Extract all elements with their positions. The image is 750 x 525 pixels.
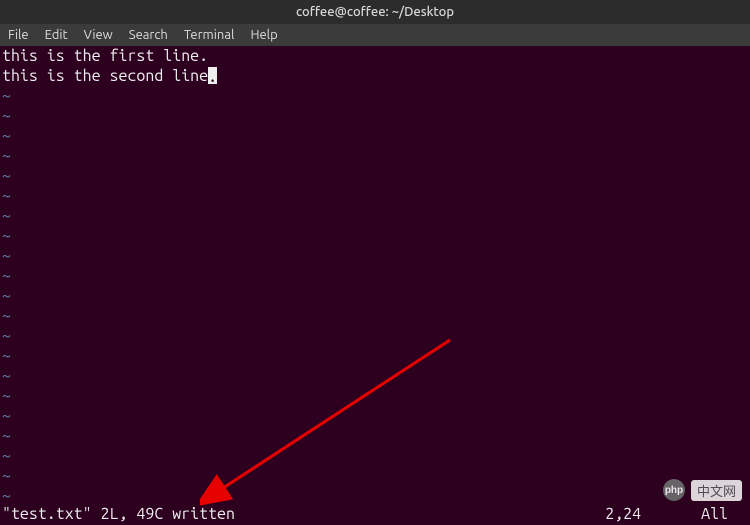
menu-terminal[interactable]: Terminal	[176, 26, 243, 44]
vim-statusbar: "test.txt" 2L, 49C written 2,24 All	[0, 503, 750, 525]
menu-file[interactable]: File	[4, 26, 37, 44]
empty-line-markers: ~~~~~~~~~~~~~~~~~~~~~	[2, 86, 748, 506]
scroll-indicator: All	[701, 503, 728, 525]
watermark-text: 中文网	[691, 480, 742, 501]
window-title: coffee@coffee: ~/Desktop	[296, 5, 454, 19]
editor-area[interactable]: this is the first line. this is the seco…	[0, 46, 750, 503]
menu-view[interactable]: View	[76, 26, 121, 44]
menubar: File Edit View Search Terminal Help	[0, 24, 750, 46]
watermark: php 中文网	[663, 479, 742, 501]
text-cursor: .	[208, 67, 217, 84]
window-titlebar: coffee@coffee: ~/Desktop	[0, 0, 750, 24]
editor-line: this is the first line.	[2, 46, 748, 66]
menu-help[interactable]: Help	[242, 26, 285, 44]
menu-search[interactable]: Search	[121, 26, 176, 44]
watermark-logo-icon: php	[663, 479, 685, 501]
menu-edit[interactable]: Edit	[37, 26, 76, 44]
status-message: "test.txt" 2L, 49C written	[2, 503, 235, 525]
editor-line: this is the second line.	[2, 66, 748, 86]
cursor-position: 2,24	[605, 503, 641, 525]
